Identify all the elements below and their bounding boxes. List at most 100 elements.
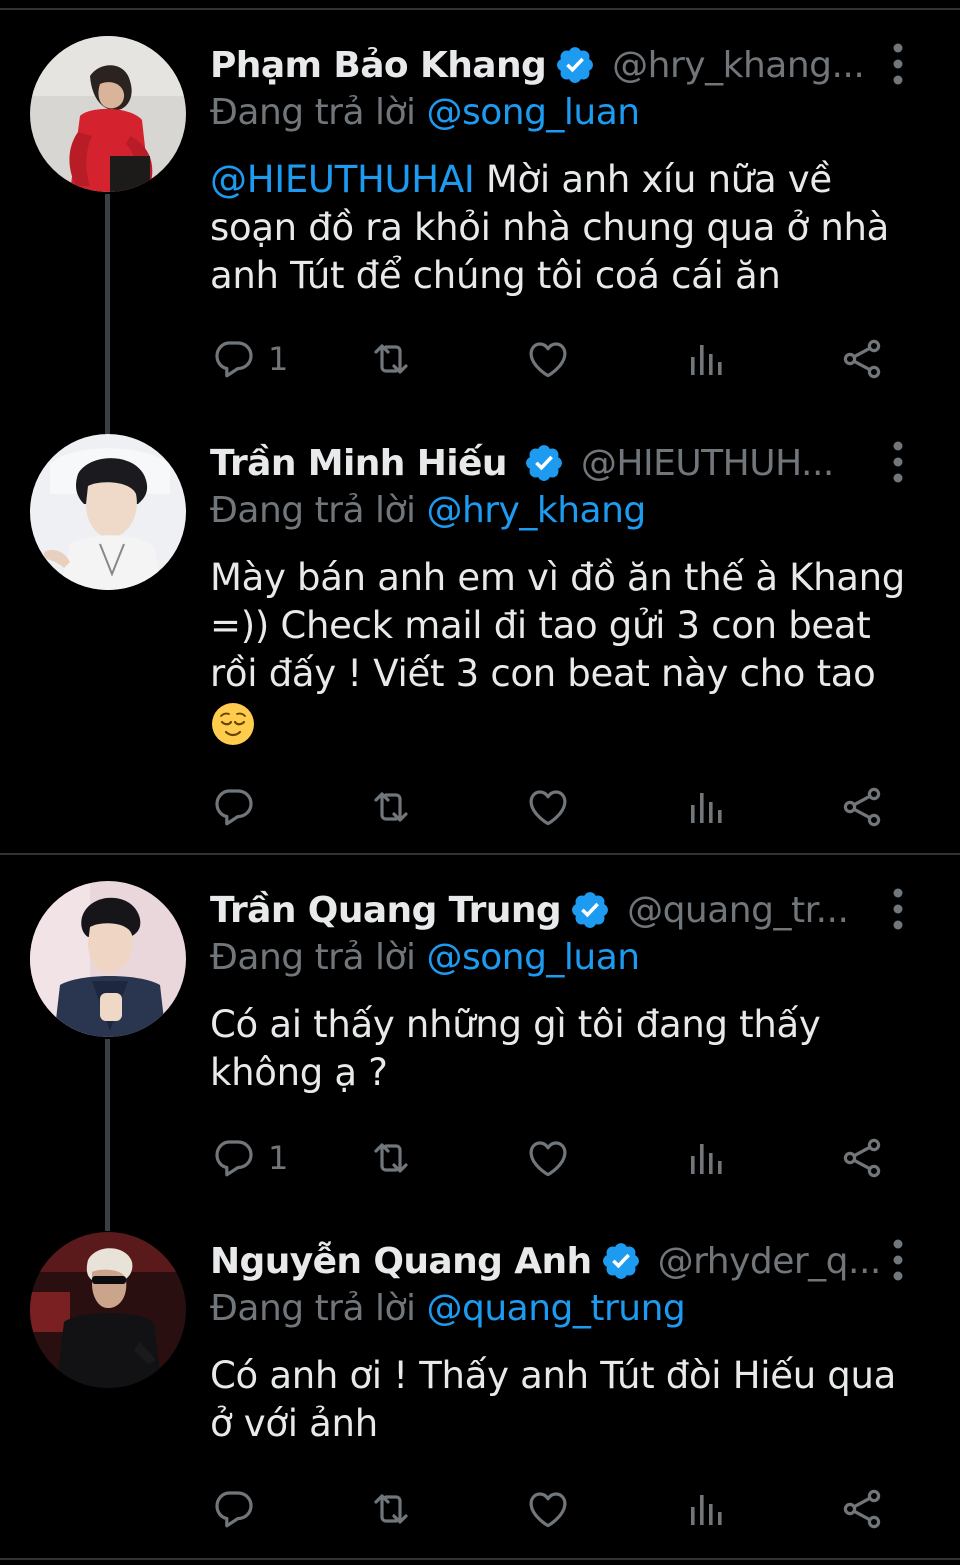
views-icon	[682, 335, 730, 383]
display-name[interactable]: Trần Quang Trung	[210, 890, 562, 931]
thread-connector	[105, 194, 110, 434]
avatar-image	[30, 1232, 186, 1388]
retweet-button[interactable]	[367, 1484, 415, 1534]
more-icon[interactable]	[886, 42, 910, 86]
tweet-text-line: =)) Check mail đi tao gửi 3 con beat	[210, 604, 871, 647]
avatar[interactable]	[30, 881, 186, 1037]
more-icon[interactable]	[886, 887, 910, 931]
share-icon	[838, 335, 886, 383]
reply-to-link[interactable]: @hry_khang	[426, 490, 646, 531]
verified-badge-icon	[600, 1240, 642, 1282]
reply-to-link[interactable]: @quang_trung	[426, 1288, 685, 1329]
thread-divider	[0, 853, 960, 855]
avatar[interactable]	[30, 434, 186, 590]
avatar[interactable]	[30, 36, 186, 192]
retweet-button[interactable]	[367, 782, 415, 832]
tweet-header: Nguyễn Quang Anh @rhyder_q...	[210, 1232, 910, 1290]
like-button[interactable]	[524, 1484, 572, 1534]
like-icon	[524, 1485, 572, 1533]
display-name[interactable]: Nguyễn Quang Anh	[210, 1241, 592, 1282]
tweet-text: @HIEUTHUHAI Mời anh xíu nữa về soạn đồ r…	[210, 156, 925, 300]
reply-button[interactable]: 1	[210, 334, 288, 384]
user-handle[interactable]: @rhyder_q...	[658, 1241, 881, 1282]
avatar-image	[30, 36, 186, 192]
tweet-text-line: @HIEUTHUHAI Mời anh xíu nữa về	[210, 158, 832, 201]
like-icon	[524, 335, 572, 383]
reply-button[interactable]: 1	[210, 1133, 288, 1183]
reply-to-link[interactable]: @song_luan	[426, 92, 640, 133]
reply-to-link[interactable]: @song_luan	[426, 937, 640, 978]
top-border	[0, 8, 960, 10]
tweet-text-line: soạn đồ ra khỏi nhà chung qua ở nhà	[210, 206, 890, 249]
reply-prefix: Đang trả lời	[210, 92, 427, 133]
tweet-header: Trần Minh Hiếu @HIEUTHUH...	[210, 434, 910, 492]
reply-button[interactable]	[210, 782, 258, 832]
bottom-divider	[0, 1558, 960, 1560]
views-button[interactable]	[682, 782, 730, 832]
views-icon	[682, 783, 730, 831]
views-button[interactable]	[682, 1484, 730, 1534]
more-icon[interactable]	[886, 1238, 910, 1282]
views-button[interactable]	[682, 334, 730, 384]
like-icon	[524, 783, 572, 831]
action-bar	[210, 782, 900, 832]
action-bar: 1	[210, 1133, 900, 1183]
reply-prefix: Đang trả lời	[210, 1288, 427, 1329]
views-icon	[682, 1134, 730, 1182]
retweet-icon	[367, 335, 415, 383]
reply-icon	[210, 783, 258, 831]
more-icon[interactable]	[886, 440, 910, 484]
user-handle[interactable]: @HIEUTHUH...	[581, 443, 834, 484]
share-icon	[838, 1485, 886, 1533]
tweet-text-line: rồi đấy ! Viết 3 con beat này cho tao	[210, 652, 876, 695]
user-handle[interactable]: @hry_khang...	[612, 45, 864, 86]
display-name[interactable]: Phạm Bảo Khang	[210, 45, 547, 86]
tweet-text-line: Có ai thấy những gì tôi đang thấy	[210, 1003, 821, 1046]
reply-icon	[210, 1134, 258, 1182]
like-icon	[524, 1134, 572, 1182]
tweet-text-line: ở với ảnh	[210, 1402, 378, 1445]
retweet-icon	[367, 1134, 415, 1182]
like-button[interactable]	[524, 1133, 572, 1183]
tweet-text: Mày bán anh em vì đồ ăn thế à Khang =)) …	[210, 554, 925, 747]
tweet-text-line: Có anh ơi ! Thấy anh Tút đòi Hiếu qua	[210, 1354, 897, 1397]
replying-to: Đang trả lời @song_luan	[210, 937, 640, 978]
display-name[interactable]: Trần Minh Hiếu	[210, 443, 507, 484]
like-button[interactable]	[524, 334, 572, 384]
replying-to: Đang trả lời @hry_khang	[210, 490, 646, 531]
share-button[interactable]	[838, 782, 886, 832]
replying-to: Đang trả lời @song_luan	[210, 92, 640, 133]
verified-badge-icon	[523, 442, 565, 484]
views-button[interactable]	[682, 1133, 730, 1183]
reply-count: 1	[268, 340, 289, 378]
retweet-button[interactable]	[367, 1133, 415, 1183]
action-bar	[210, 1484, 900, 1534]
replying-to: Đang trả lời @quang_trung	[210, 1288, 686, 1329]
tweet-header: Trần Quang Trung @quang_tr...	[210, 881, 910, 939]
tweet-text-line: Mày bán anh em vì đồ ăn thế à Khang	[210, 556, 905, 599]
user-handle[interactable]: @quang_tr...	[627, 890, 848, 931]
tweet-text-line: anh Tút để chúng tôi coá cái ăn	[210, 254, 781, 297]
reply-icon	[210, 1485, 258, 1533]
reply-count: 1	[268, 1139, 289, 1177]
avatar-image	[30, 434, 186, 590]
views-icon	[682, 1485, 730, 1533]
share-button[interactable]	[838, 1133, 886, 1183]
share-icon	[838, 1134, 886, 1182]
tweet-text-line: không ạ ?	[210, 1051, 388, 1094]
reply-button[interactable]	[210, 1484, 258, 1534]
share-button[interactable]	[838, 334, 886, 384]
retweet-icon	[367, 783, 415, 831]
mention-link[interactable]: @HIEUTHUHAI	[210, 158, 475, 201]
share-button[interactable]	[838, 1484, 886, 1534]
avatar-image	[30, 881, 186, 1037]
avatar[interactable]	[30, 1232, 186, 1388]
reply-prefix: Đang trả lời	[210, 937, 427, 978]
retweet-button[interactable]	[367, 334, 415, 384]
like-button[interactable]	[524, 782, 572, 832]
tweet-text: Có anh ơi ! Thấy anh Tút đòi Hiếu qua ở …	[210, 1352, 925, 1448]
verified-badge-icon	[554, 44, 596, 86]
reply-icon	[210, 335, 258, 383]
reply-prefix: Đang trả lời	[210, 490, 427, 531]
thread-connector	[105, 1039, 110, 1231]
